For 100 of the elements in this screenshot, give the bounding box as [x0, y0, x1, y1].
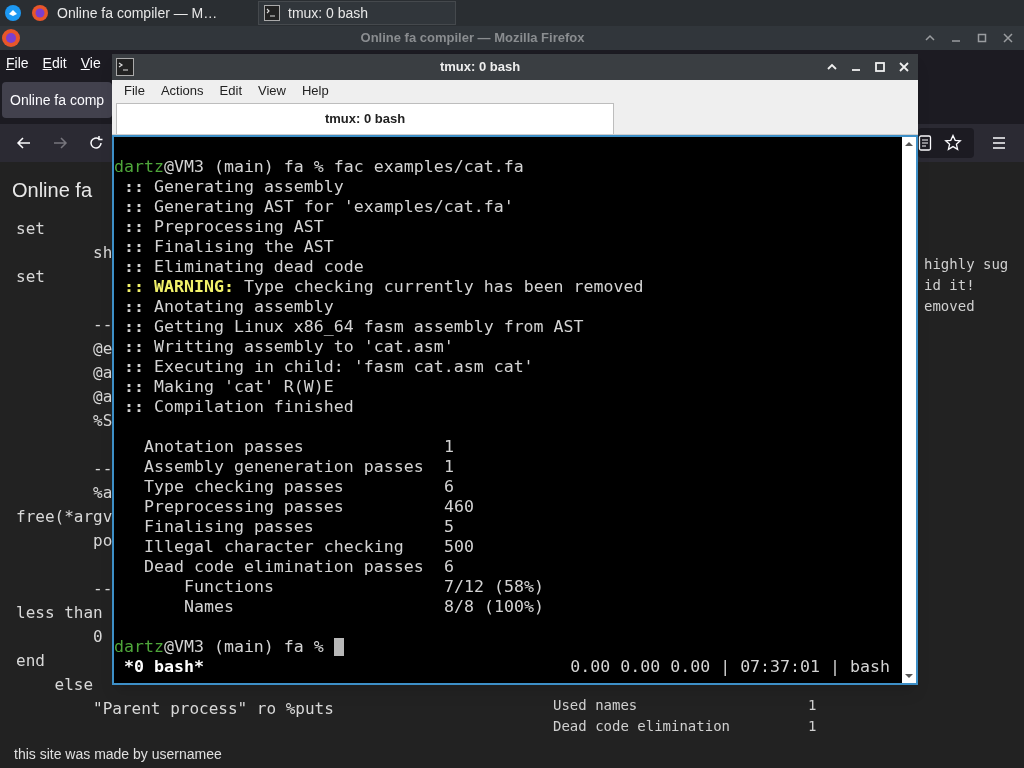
close-icon[interactable] — [1002, 32, 1014, 44]
stat-label: Type checking passes — [143, 477, 345, 497]
code-line: end — [16, 650, 45, 672]
step-marker: :: — [124, 257, 144, 277]
stat-label: Illegal character checking — [143, 537, 405, 557]
stat-value: 1 — [444, 437, 454, 457]
code-line: @e — [92, 338, 113, 360]
step-marker: :: — [124, 217, 144, 237]
stat-value: 1 — [444, 457, 454, 477]
step-text: Writting assembly to 'cat.asm' — [154, 337, 454, 357]
code-line: %a — [92, 482, 113, 504]
menu-item[interactable]: File — [6, 52, 29, 74]
forward-icon[interactable] — [52, 135, 68, 151]
code-line: free(*argv — [16, 506, 113, 528]
code-line: less than — [16, 602, 103, 624]
menu-item[interactable]: Help — [301, 81, 329, 101]
scroll-up-icon[interactable] — [904, 139, 914, 149]
window-title: Online fa compiler — Mozilla Firefox — [359, 29, 586, 48]
menu-item[interactable]: Actions — [160, 81, 204, 101]
step-marker: :: — [124, 317, 144, 337]
code-line: else — [53, 674, 94, 696]
terminal-tab[interactable]: tmux: 0 bash — [116, 103, 614, 134]
step-text: Eliminating dead code — [154, 257, 364, 277]
output-line: highly sug — [924, 255, 1009, 274]
step-marker: :: — [124, 277, 144, 297]
terminal-icon — [116, 58, 134, 76]
tmux-status-text: 0.00 0.00 0.00 | 07:37:01 | bash — [570, 657, 890, 677]
window-title: tmux: 0 bash — [438, 58, 522, 77]
stat-value: 6 — [444, 477, 454, 497]
step-marker: :: — [124, 177, 144, 197]
taskbar-button[interactable]: Online fa compiler — M… — [26, 1, 254, 25]
code-line: 0 — [92, 626, 103, 648]
code-line: %S — [92, 410, 113, 432]
code-line: "Parent process" ro %puts — [92, 698, 334, 720]
menu-item[interactable]: Edit — [42, 52, 67, 74]
code-line: set — [16, 266, 45, 288]
prompt-text: @VM3 (main) fa % — [163, 637, 324, 657]
menu-icon[interactable] — [992, 136, 1006, 150]
stat-value: 460 — [444, 497, 474, 517]
scrollbar[interactable] — [902, 137, 916, 683]
step-text: Type checking currently has been removed — [243, 277, 644, 297]
step-text: Compilation finished — [154, 397, 354, 417]
tmux-window-label: *0 bash* — [123, 657, 204, 677]
firefox-icon — [1, 28, 21, 48]
prompt-text: @VM3 (main) fa % — [163, 157, 324, 177]
maximize-icon[interactable] — [976, 32, 988, 44]
stat-value: 7/12 (58%) — [444, 577, 544, 597]
url-field[interactable] — [918, 128, 974, 158]
footer-text: this site was made by usernamee — [14, 746, 223, 762]
launcher-icon[interactable] — [4, 4, 22, 22]
stat-label: Finalising passes — [143, 517, 315, 537]
firefox-icon — [31, 4, 49, 22]
stat-label: Dead code elimination — [553, 717, 731, 736]
step-text: Finalising the AST — [154, 237, 334, 257]
stat-value: 1 — [808, 717, 817, 736]
step-text: Getting Linux x86_64 fasm assembly from AST — [154, 317, 584, 337]
stat-label: Functions — [183, 577, 275, 597]
step-marker: :: — [124, 297, 144, 317]
code-line: -- — [92, 458, 113, 480]
stat-label: Preprocessing passes — [143, 497, 345, 517]
menu-item[interactable]: View — [258, 81, 286, 101]
reader-view-icon[interactable] — [918, 135, 932, 151]
step-text: Preprocessing AST — [154, 217, 324, 237]
stat-value: 1 — [808, 696, 817, 715]
step-marker: :: — [124, 377, 144, 397]
code-line: -- — [92, 314, 113, 336]
stat-value: 8/8 (100%) — [444, 597, 544, 617]
step-marker: :: — [124, 237, 144, 257]
step-text: Making 'cat' R(W)E — [154, 377, 334, 397]
step-marker: :: — [124, 357, 144, 377]
code-line: set — [16, 218, 45, 240]
scroll-down-icon[interactable] — [904, 671, 914, 681]
stat-label: Used names — [553, 696, 639, 715]
step-marker: :: — [124, 337, 144, 357]
reload-icon[interactable] — [88, 135, 104, 151]
menu-item[interactable]: File — [124, 81, 145, 101]
taskbar-button[interactable]: tmux: 0 bash — [258, 1, 456, 25]
stat-value: 500 — [444, 537, 474, 557]
stat-value: 5 — [444, 517, 454, 537]
step-text: Executing in child: 'fasm cat.asm cat' — [154, 357, 534, 377]
browser-tab[interactable]: Online fa comp — [2, 82, 112, 118]
code-line: @a — [92, 362, 113, 384]
star-icon[interactable] — [944, 134, 962, 152]
code-line: @a — [92, 386, 113, 408]
code-line: sh — [92, 242, 113, 264]
step-text: Anotating assembly — [154, 297, 334, 317]
menu-item[interactable]: Vie — [80, 52, 101, 74]
output-line: id it! — [924, 276, 975, 295]
step-text: Generating AST for 'examples/cat.fa' — [154, 197, 514, 217]
stat-value: 6 — [444, 557, 454, 577]
warning-label: WARNING: — [154, 277, 234, 297]
code-line: -- — [92, 578, 113, 600]
stat-label: Dead code elimination passes — [143, 557, 425, 577]
page-heading: Online fa — [12, 178, 93, 203]
menu-item[interactable]: Edit — [219, 81, 242, 101]
step-text: Generating assembly — [154, 177, 344, 197]
step-marker: :: — [124, 197, 144, 217]
terminal-icon — [264, 5, 280, 21]
command-text: fac examples/cat.fa — [333, 157, 524, 177]
back-icon[interactable] — [16, 135, 32, 151]
